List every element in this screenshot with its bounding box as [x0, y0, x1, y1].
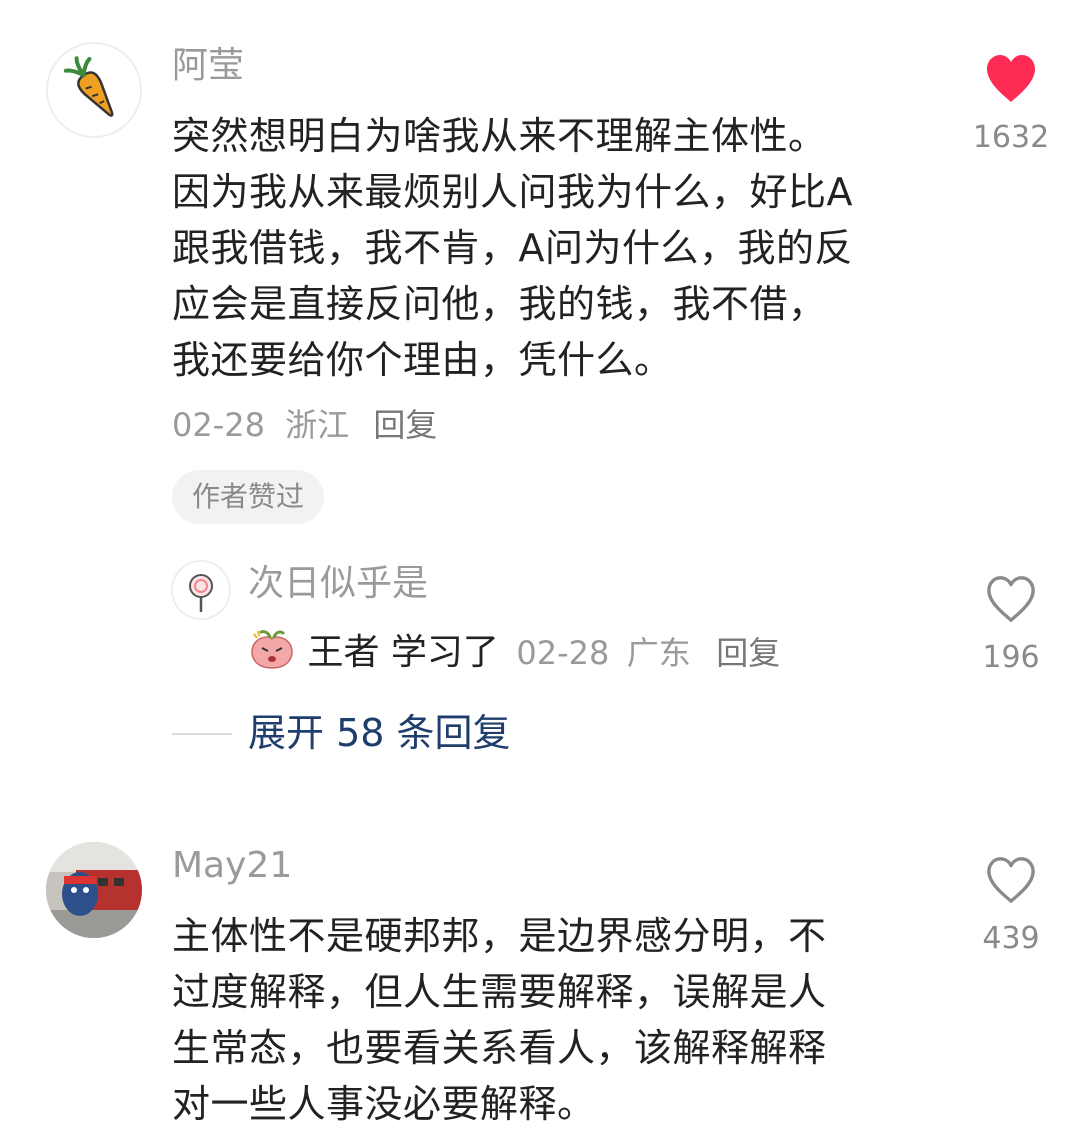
- comment-text-2: 主体性不是硬邦邦，是边界感分明，不 过度解释，但人生需要解释，误解是人 生常态，…: [172, 914, 827, 1126]
- author-liked-badge: 作者赞过: [172, 470, 325, 524]
- lollipop-icon: [189, 574, 213, 612]
- reply-content: 王者 学习了 02-28 广东 回复: [248, 628, 780, 675]
- reply-date: 02-28: [516, 634, 610, 672]
- reply-username[interactable]: 次日似乎是: [248, 562, 428, 606]
- reply-reply-button[interactable]: 回复: [716, 634, 780, 672]
- commenter-username[interactable]: 阿莹: [172, 44, 244, 88]
- reply-like-count: 196: [982, 640, 1040, 675]
- comment-meta: 02-28 浙江 回复: [172, 405, 437, 445]
- photo-avatar: [46, 842, 142, 938]
- reply-avatar[interactable]: [171, 560, 231, 620]
- heart-filled-icon: [987, 55, 1035, 102]
- expand-divider: [172, 733, 232, 735]
- comment-location: 浙江: [285, 406, 350, 444]
- comment-text: 突然想明白为啥我从来不理解主体性。 因为我从来最烦别人问我为什么，好比A 跟我借…: [172, 114, 853, 382]
- angry-peach-emoji: [248, 628, 296, 672]
- heart-outline-icon: [987, 857, 1035, 903]
- reply-location: 广东: [626, 634, 691, 672]
- reply-button[interactable]: 回复: [373, 406, 437, 444]
- heart-outline-icon: [987, 576, 1035, 622]
- like-count-2: 439: [982, 921, 1040, 956]
- commenter-username-2[interactable]: May21: [172, 844, 292, 888]
- expand-replies-button[interactable]: 展开 58 条回复: [248, 710, 511, 756]
- reply-text: 王者 学习了: [307, 632, 499, 673]
- comment-date: 02-28: [172, 406, 265, 444]
- commenter-avatar-2[interactable]: [46, 842, 142, 938]
- commenter-avatar[interactable]: [46, 42, 142, 138]
- like-button-2[interactable]: 439: [966, 855, 1056, 957]
- like-count: 1632: [972, 120, 1050, 155]
- like-button[interactable]: 1632: [966, 52, 1056, 156]
- carrot-icon: [63, 56, 114, 117]
- reply-like-button[interactable]: 196: [966, 574, 1056, 676]
